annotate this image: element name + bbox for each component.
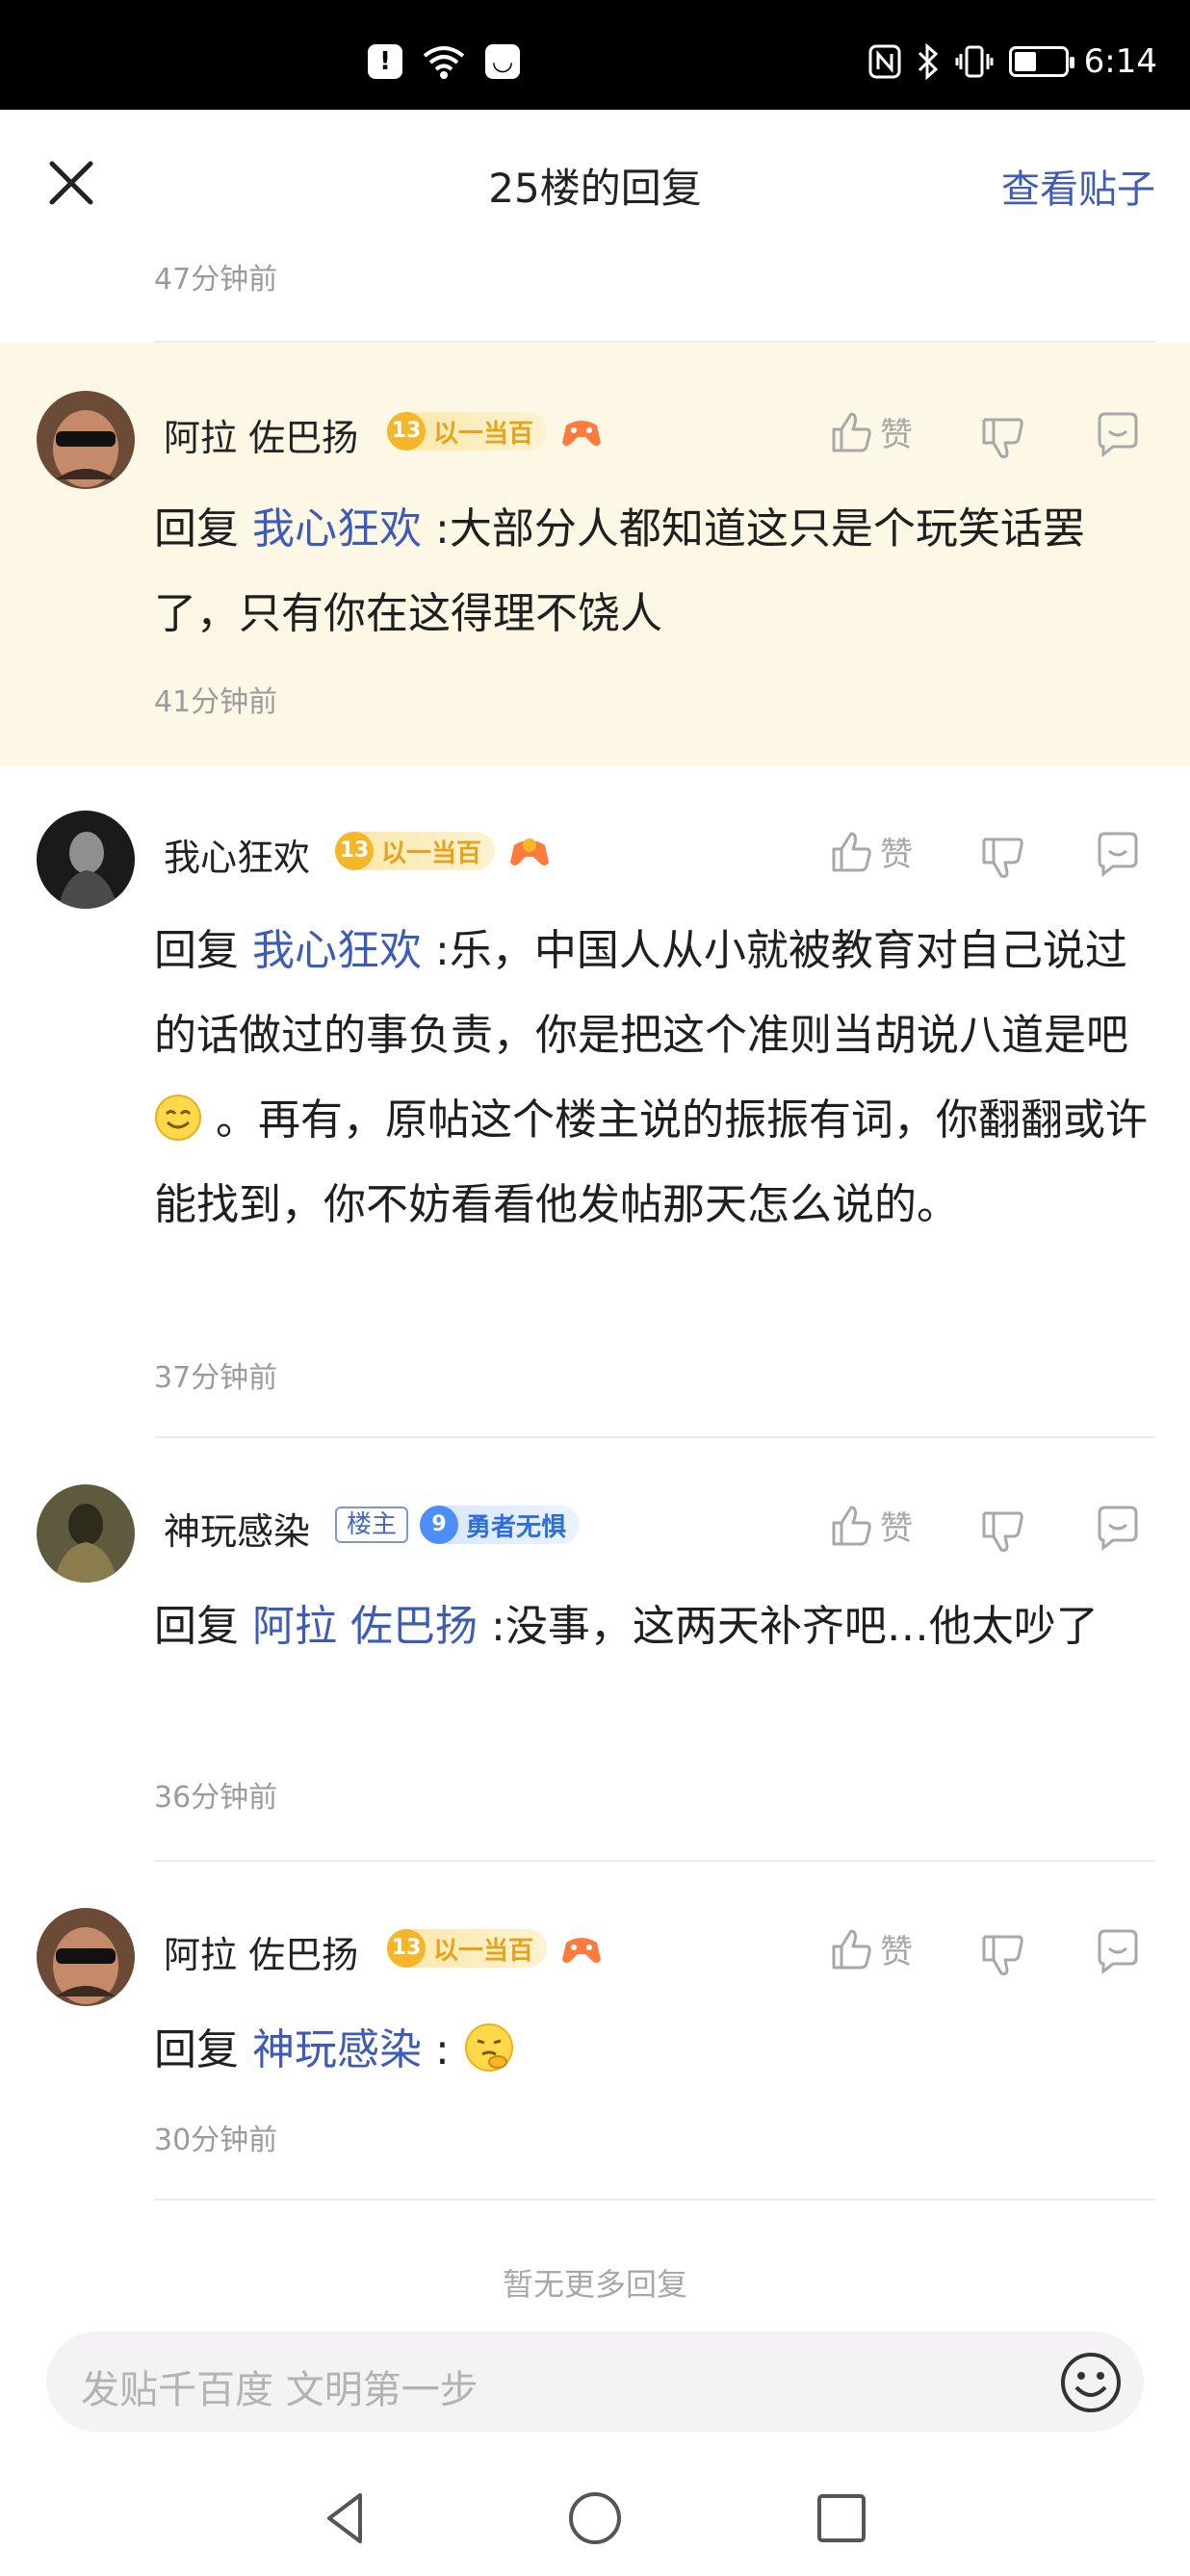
reply-item: 神玩感染 楼主 9 勇者无惧 赞 回复 阿拉 佐巴扬 :没事，这两天补齐吧…他太… <box>0 1440 1190 1864</box>
gamepad-icon <box>510 838 550 865</box>
level-number: 13 <box>387 412 426 451</box>
level-badge[interactable]: 13 以一当百 <box>387 412 548 451</box>
no-more-replies: 暂无更多回复 <box>502 2266 687 2303</box>
level-badge[interactable]: 13 以一当百 <box>335 832 496 870</box>
divider <box>154 1860 1155 1862</box>
reply-time: 41分钟前 <box>154 685 278 719</box>
level-number: 9 <box>420 1506 459 1544</box>
thumb-up-icon <box>832 412 871 451</box>
thumb-up-icon <box>832 832 871 871</box>
reply-prefix: 回复 <box>154 1602 239 1651</box>
like-button[interactable]: 赞 <box>830 1502 913 1549</box>
reply-content: 回复 我心狂欢 :乐，中国人从小就被教育对自己说过的话做过的事负责，你是把这个准… <box>154 909 1151 1248</box>
gamepad-icon <box>562 1938 602 1963</box>
thinking-emoji-icon <box>464 2023 513 2072</box>
like-label: 赞 <box>880 1509 913 1548</box>
reply-text: :没事，这两天补齐吧…他太吵了 <box>491 1602 1099 1651</box>
gamepad-icon <box>562 421 602 446</box>
level-number: 13 <box>387 1929 426 1968</box>
mention-link[interactable]: 我心狂欢 <box>252 926 422 975</box>
smile-emoji-icon <box>155 1095 201 1141</box>
level-title: 以一当百 <box>433 1936 534 1966</box>
username[interactable]: 阿拉 佐巴扬 <box>164 408 358 461</box>
reply-prefix: 回复 <box>154 926 239 975</box>
comment-icon[interactable] <box>1094 1504 1142 1552</box>
home-icon[interactable] <box>564 2487 626 2549</box>
mention-link[interactable]: 神玩感染 <box>252 2025 422 2074</box>
level-title: 以一当百 <box>433 419 534 449</box>
alert-icon: ! <box>368 44 402 79</box>
clock: 6:14 <box>1083 42 1157 81</box>
thumb-up-icon <box>832 1929 871 1969</box>
mention-link[interactable]: 阿拉 佐巴扬 <box>252 1602 478 1651</box>
like-button[interactable]: 赞 <box>830 1925 913 1972</box>
battery-level <box>1014 52 1037 71</box>
vibrate-icon <box>955 45 994 78</box>
owner-tag: 楼主 <box>335 1507 409 1543</box>
level-title: 以一当百 <box>381 838 482 868</box>
level-badge[interactable]: 13 以一当百 <box>387 1929 548 1968</box>
reply-input[interactable]: 发贴千百度 文明第一步 <box>46 2331 1144 2432</box>
reply-content: 回复 神玩感染 : <box>154 2008 1151 2093</box>
thumb-up-icon <box>832 1506 871 1545</box>
reply-time: 30分钟前 <box>154 2124 278 2157</box>
reply-prefix: 回复 <box>154 2025 239 2074</box>
level-number: 13 <box>335 832 374 870</box>
thumb-down-icon[interactable] <box>980 834 1026 880</box>
reply-content: 回复 我心狂欢 :大部分人都知道这只是个玩笑话罢了，只有你在这得理不饶人 <box>154 487 1151 657</box>
reply-prefix: 回复 <box>154 504 239 554</box>
like-label: 赞 <box>880 836 913 874</box>
avatar[interactable] <box>37 1908 135 2006</box>
reply-time: 36分钟前 <box>154 1781 278 1815</box>
username[interactable]: 我心狂欢 <box>164 828 310 881</box>
like-label: 赞 <box>880 1933 913 1971</box>
reply-time: 37分钟前 <box>154 1361 278 1395</box>
like-label: 赞 <box>880 416 913 454</box>
parent-post-time: 47分钟前 <box>154 263 278 296</box>
reply-item: 阿拉 佐巴扬 13 以一当百 赞 回复 我心狂欢 :大部分人都知道这只是个玩笑话… <box>0 343 1190 766</box>
level-badge[interactable]: 9 勇者无惧 <box>420 1506 581 1544</box>
reply-item: 我心狂欢 13 以一当百 赞 回复 我心狂欢 :乐，中国人从小就被教育对自己说过… <box>0 766 1190 1440</box>
reply-text: 。再有，原帖这个楼主说的振振有词，你翻翻或许能找到，你不妨看看他发帖那天怎么说的… <box>154 1095 1148 1229</box>
username[interactable]: 阿拉 佐巴扬 <box>164 1925 358 1978</box>
divider <box>154 1436 1155 1438</box>
user-badges: 13 以一当百 <box>387 410 603 452</box>
emoji-picker-icon[interactable] <box>1057 2349 1125 2416</box>
comment-icon[interactable] <box>1094 1927 1142 1975</box>
thumb-down-icon[interactable] <box>980 1931 1026 1977</box>
like-button[interactable]: 赞 <box>830 828 913 875</box>
level-title: 勇者无惧 <box>466 1512 567 1542</box>
view-post-link[interactable]: 查看贴子 <box>1001 158 1155 214</box>
input-placeholder: 发贴千百度 文明第一步 <box>81 2368 479 2412</box>
reply-input-bar: 发贴千百度 文明第一步 <box>0 2308 1190 2453</box>
back-icon[interactable] <box>316 2487 377 2549</box>
comment-icon[interactable] <box>1094 830 1142 878</box>
like-button[interactable]: 赞 <box>830 408 913 455</box>
user-badges: 13 以一当百 <box>387 1927 603 1970</box>
recents-icon[interactable] <box>811 2487 872 2549</box>
status-bar: ! ◡ 6:14 <box>0 0 1190 110</box>
system-nav-bar <box>0 2453 1190 2576</box>
reply-content: 回复 阿拉 佐巴扬 :没事，这两天补齐吧…他太吵了 <box>154 1584 1151 1669</box>
comment-icon[interactable] <box>1094 410 1142 458</box>
top-nav-bar: 25楼的回复 查看贴子 <box>0 110 1190 254</box>
avatar[interactable] <box>37 1484 135 1583</box>
bluetooth-icon <box>918 43 938 80</box>
message-icon: ◡ <box>485 44 520 79</box>
username[interactable]: 神玩感染 <box>164 1502 310 1555</box>
nfc-icon <box>868 44 901 79</box>
avatar[interactable] <box>37 811 135 909</box>
avatar[interactable] <box>37 391 135 489</box>
reply-text: : <box>435 2025 450 2074</box>
divider <box>154 2199 1155 2201</box>
reply-item: 阿拉 佐巴扬 13 以一当百 赞 回复 神玩感染 : 30分钟前 <box>0 1864 1190 2201</box>
user-badges: 13 以一当百 <box>335 830 551 872</box>
user-badges: 楼主 9 勇者无惧 <box>335 1504 581 1546</box>
thumb-down-icon[interactable] <box>980 414 1026 460</box>
wifi-icon <box>423 46 465 79</box>
battery-icon <box>1008 46 1074 77</box>
thumb-down-icon[interactable] <box>980 1507 1026 1554</box>
mention-link[interactable]: 我心狂欢 <box>252 504 422 554</box>
